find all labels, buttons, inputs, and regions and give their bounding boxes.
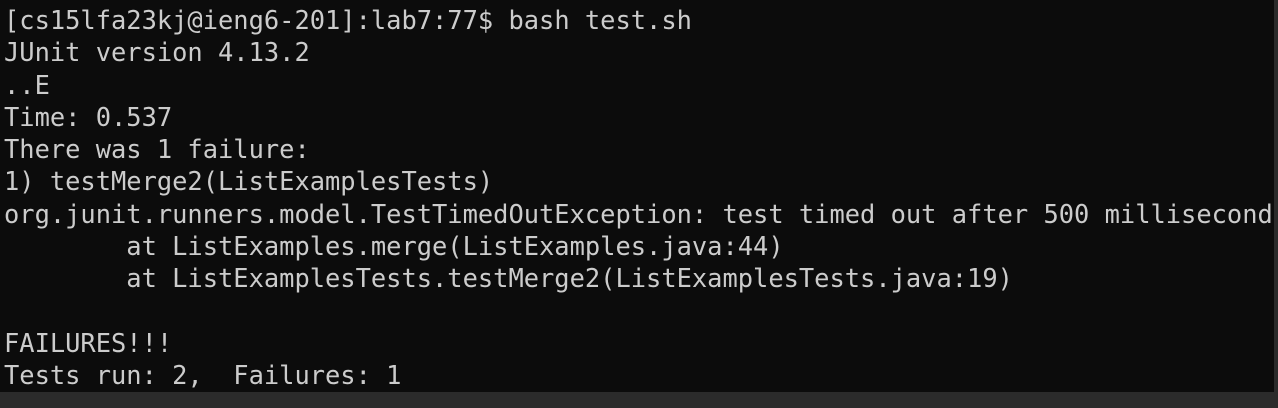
terminal-window[interactable]: [cs15lfa23kj@ieng6-201]:lab7:77$ bash te… bbox=[0, 0, 1278, 400]
output-line-failure-count: There was 1 failure: bbox=[4, 133, 1278, 165]
output-line-stack-frame-1: at ListExamples.merge(ListExamples.java:… bbox=[4, 230, 1278, 262]
shell-prompt: [cs15lfa23kj@ieng6-201]:lab7:77$ bbox=[4, 5, 493, 35]
terminal-output: [cs15lfa23kj@ieng6-201]:lab7:77$ bash te… bbox=[4, 4, 1278, 392]
output-line-summary: Tests run: 2, Failures: 1 bbox=[4, 359, 1278, 391]
output-line-failures-banner: FAILURES!!! bbox=[4, 327, 1278, 359]
output-line-time: Time: 0.537 bbox=[4, 101, 1278, 133]
shell-command: bash test.sh bbox=[508, 5, 691, 35]
output-line-blank bbox=[4, 295, 1278, 327]
prompt-line: [cs15lfa23kj@ieng6-201]:lab7:77$ bash te… bbox=[4, 4, 1278, 36]
output-line-progress: ..E bbox=[4, 69, 1278, 101]
output-line-stack-frame-2: at ListExamplesTests.testMerge2(ListExam… bbox=[4, 262, 1278, 294]
output-line-exception: org.junit.runners.model.TestTimedOutExce… bbox=[4, 198, 1278, 230]
output-line-junit-version: JUnit version 4.13.2 bbox=[4, 36, 1278, 68]
window-bottom-border bbox=[0, 400, 1278, 408]
output-line-failed-test: 1) testMerge2(ListExamplesTests) bbox=[4, 165, 1278, 197]
